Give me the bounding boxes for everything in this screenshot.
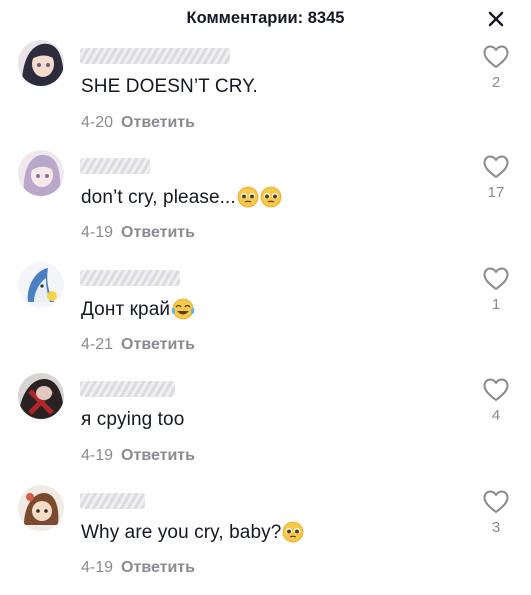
- comments-header: Комментарии: 8345: [0, 0, 531, 40]
- comment-date: 4-20: [81, 114, 114, 131]
- comment-meta: 4-21 Ответить: [81, 336, 195, 354]
- pleading-face-icon: [237, 186, 259, 208]
- comment-text: don’t cry, please...: [81, 186, 282, 209]
- comment-meta: 4-20 Ответить: [81, 114, 195, 132]
- username-blurred[interactable]: [80, 158, 150, 174]
- comment-text: Донт край: [81, 298, 195, 321]
- comments-count-title: Комментарии: 8345: [186, 9, 345, 27]
- avatar[interactable]: [18, 485, 64, 531]
- close-icon[interactable]: [486, 9, 506, 29]
- heart-icon[interactable]: [482, 377, 510, 403]
- like-button[interactable]: 17: [481, 154, 511, 201]
- username-blurred[interactable]: [80, 48, 230, 64]
- reply-button[interactable]: Ответить: [121, 224, 195, 241]
- like-count: 3: [491, 519, 501, 536]
- comment-date: 4-21: [81, 336, 114, 353]
- comment-date: 4-19: [81, 224, 114, 241]
- comment-item: don’t cry, please... 4-19 Ответить 17: [0, 150, 531, 260]
- like-count: 2: [491, 74, 501, 91]
- like-count: 1: [491, 296, 501, 313]
- like-button[interactable]: 2: [481, 44, 511, 91]
- heart-icon[interactable]: [482, 489, 510, 515]
- like-button[interactable]: 1: [481, 266, 511, 313]
- heart-icon[interactable]: [482, 44, 510, 70]
- reply-button[interactable]: Ответить: [121, 336, 195, 353]
- like-count: 17: [487, 184, 505, 201]
- comment-item: Донт край 4-21 Ответить 1: [0, 262, 531, 372]
- comment-text: я cpying too: [81, 409, 185, 430]
- username-blurred[interactable]: [80, 270, 180, 286]
- like-button[interactable]: 3: [481, 489, 511, 536]
- reply-button[interactable]: Ответить: [121, 447, 195, 464]
- like-count: 4: [491, 407, 501, 424]
- comment-item: я cpying too 4-19 Ответить 4: [0, 373, 531, 483]
- comment-meta: 4-19 Ответить: [81, 224, 195, 242]
- comment-date: 4-19: [81, 559, 114, 576]
- pleading-face-icon: [260, 186, 282, 208]
- reply-button[interactable]: Ответить: [121, 559, 195, 576]
- comment-meta: 4-19 Ответить: [81, 447, 195, 465]
- comment-date: 4-19: [81, 447, 114, 464]
- like-button[interactable]: 4: [481, 377, 511, 424]
- comment-text: SHE DOESN’T CRY.: [81, 76, 258, 97]
- tears-of-joy-icon: [171, 298, 195, 320]
- comment-item: SHE DOESN’T CRY. 4-20 Ответить 2: [0, 40, 531, 150]
- comment-meta: 4-19 Ответить: [81, 559, 195, 577]
- comment-item: Why are you cry, baby? 4-19 Ответить 3: [0, 485, 531, 595]
- avatar[interactable]: [18, 150, 64, 196]
- heart-icon[interactable]: [482, 266, 510, 292]
- pleading-face-icon: [282, 521, 304, 543]
- avatar[interactable]: [18, 373, 64, 419]
- heart-icon[interactable]: [482, 154, 510, 180]
- comment-text: Why are you cry, baby?: [81, 521, 304, 544]
- username-blurred[interactable]: [80, 381, 175, 397]
- reply-button[interactable]: Ответить: [121, 114, 195, 131]
- username-blurred[interactable]: [80, 493, 145, 509]
- avatar[interactable]: [18, 40, 64, 86]
- avatar[interactable]: [18, 262, 64, 308]
